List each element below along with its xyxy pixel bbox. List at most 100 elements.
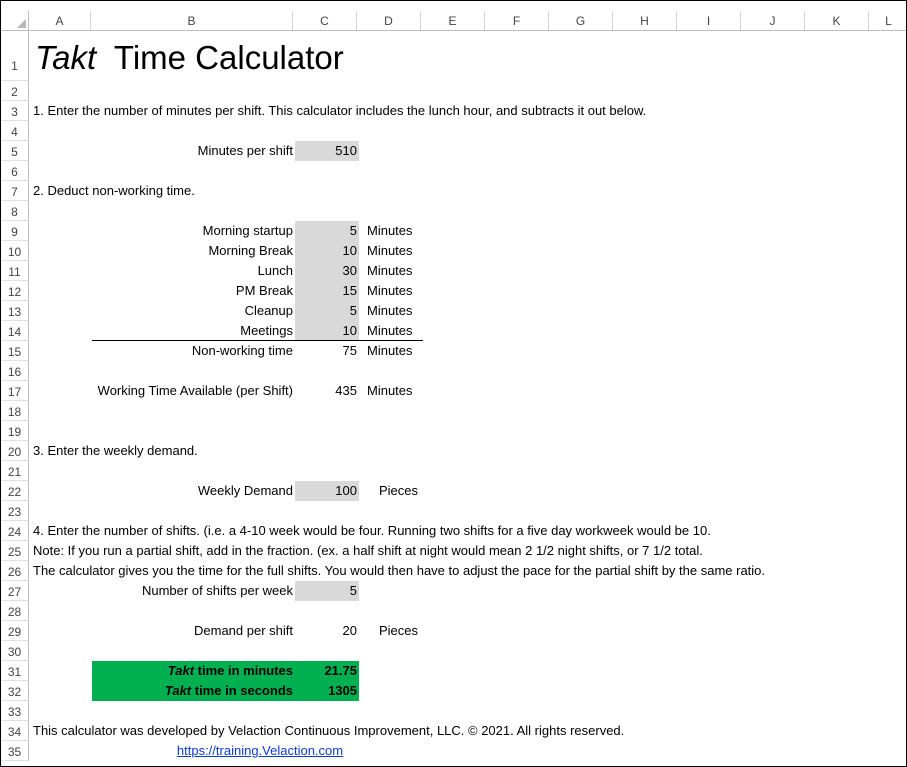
training-link-cell[interactable]: https://training.Velaction.com bbox=[93, 741, 427, 761]
shifts-per-week-label[interactable]: Number of shifts per week bbox=[93, 581, 295, 601]
row-header-10[interactable]: 10 bbox=[1, 241, 29, 261]
select-all-corner[interactable] bbox=[1, 11, 29, 31]
partial-shift-note[interactable]: Note: If you run a partial shift, add in… bbox=[31, 541, 705, 561]
deduction-unit[interactable]: Minutes bbox=[365, 321, 415, 341]
deduction-unit[interactable]: Minutes bbox=[365, 241, 415, 261]
row-header-21[interactable]: 21 bbox=[1, 461, 29, 481]
row-header-15[interactable]: 15 bbox=[1, 341, 29, 361]
takt-minutes-italic: Takt bbox=[167, 663, 195, 678]
deduction-unit[interactable]: Minutes bbox=[365, 281, 415, 301]
deduction-input[interactable]: 15 bbox=[295, 281, 359, 301]
row-header-6[interactable]: 6 bbox=[1, 161, 29, 181]
row-header-26[interactable]: 26 bbox=[1, 561, 29, 581]
column-header-H[interactable]: H bbox=[613, 11, 677, 31]
footer-text[interactable]: This calculator was developed by Velacti… bbox=[31, 721, 626, 741]
row-header-9[interactable]: 9 bbox=[1, 221, 29, 241]
row-header-33[interactable]: 33 bbox=[1, 701, 29, 721]
deduction-input[interactable]: 5 bbox=[295, 221, 359, 241]
weekly-demand-unit[interactable]: Pieces bbox=[377, 481, 420, 501]
deduction-label[interactable]: Morning Break bbox=[93, 241, 295, 261]
row-header-3[interactable]: 3 bbox=[1, 101, 29, 121]
takt-minutes-text: time in minutes bbox=[194, 663, 293, 678]
demand-per-shift-unit[interactable]: Pieces bbox=[377, 621, 420, 641]
deduction-label[interactable]: Cleanup bbox=[93, 301, 295, 321]
minutes-per-shift-label[interactable]: Minutes per shift bbox=[93, 141, 295, 161]
weekly-demand-input[interactable]: 100 bbox=[295, 481, 359, 501]
weekly-demand-label[interactable]: Weekly Demand bbox=[93, 481, 295, 501]
row-header-35[interactable]: 35 bbox=[1, 741, 29, 761]
non-working-label[interactable]: Non-working time bbox=[93, 341, 295, 361]
training-link[interactable]: https://training.Velaction.com bbox=[177, 743, 343, 758]
takt-seconds-text: time in seconds bbox=[191, 683, 293, 698]
calculator-note[interactable]: The calculator gives you the time for th… bbox=[31, 561, 767, 581]
column-header-D[interactable]: D bbox=[357, 11, 421, 31]
row-header-31[interactable]: 31 bbox=[1, 661, 29, 681]
working-available-label[interactable]: Working Time Available (per Shift) bbox=[31, 381, 295, 401]
row-header-12[interactable]: 12 bbox=[1, 281, 29, 301]
row-header-14[interactable]: 14 bbox=[1, 321, 29, 341]
column-header-E[interactable]: E bbox=[421, 11, 485, 31]
row-header-16[interactable]: 16 bbox=[1, 361, 29, 381]
shifts-per-week-input[interactable]: 5 bbox=[295, 581, 359, 601]
deduction-label[interactable]: Lunch bbox=[93, 261, 295, 281]
row-header-1[interactable]: 1 bbox=[1, 31, 29, 81]
step1-text[interactable]: 1. Enter the number of minutes per shift… bbox=[31, 101, 648, 121]
step3-text[interactable]: 3. Enter the weekly demand. bbox=[31, 441, 200, 461]
takt-seconds-italic: Takt bbox=[164, 683, 192, 698]
row-header-25[interactable]: 25 bbox=[1, 541, 29, 561]
row-header-34[interactable]: 34 bbox=[1, 721, 29, 741]
column-header-B[interactable]: B bbox=[91, 11, 293, 31]
column-header-I[interactable]: I bbox=[677, 11, 741, 31]
title-takt: Takt bbox=[35, 39, 97, 76]
row-header-28[interactable]: 28 bbox=[1, 601, 29, 621]
step2-text[interactable]: 2. Deduct non-working time. bbox=[31, 181, 197, 201]
deduction-label[interactable]: PM Break bbox=[93, 281, 295, 301]
column-header-L[interactable]: L bbox=[869, 11, 906, 31]
takt-minutes-label[interactable]: Takt time in minutes bbox=[92, 661, 295, 681]
non-working-value[interactable]: 75 bbox=[295, 341, 359, 361]
deduction-unit[interactable]: Minutes bbox=[365, 221, 415, 241]
row-header-19[interactable]: 19 bbox=[1, 421, 29, 441]
step4-text[interactable]: 4. Enter the number of shifts. (i.e. a 4… bbox=[31, 521, 713, 541]
column-header-C[interactable]: C bbox=[293, 11, 357, 31]
column-header-J[interactable]: J bbox=[741, 11, 805, 31]
row-header-11[interactable]: 11 bbox=[1, 261, 29, 281]
deduction-unit[interactable]: Minutes bbox=[365, 261, 415, 281]
row-header-30[interactable]: 30 bbox=[1, 641, 29, 661]
row-header-24[interactable]: 24 bbox=[1, 521, 29, 541]
takt-seconds-value[interactable]: 1305 bbox=[295, 681, 359, 701]
column-header-A[interactable]: A bbox=[29, 11, 91, 31]
takt-seconds-label[interactable]: Takt time in seconds bbox=[92, 681, 295, 701]
deduction-input[interactable]: 10 bbox=[295, 321, 359, 341]
demand-per-shift-value[interactable]: 20 bbox=[295, 621, 359, 641]
row-header-22[interactable]: 22 bbox=[1, 481, 29, 501]
row-header-13[interactable]: 13 bbox=[1, 301, 29, 321]
minutes-per-shift-input[interactable]: 510 bbox=[295, 141, 359, 161]
row-header-20[interactable]: 20 bbox=[1, 441, 29, 461]
row-header-8[interactable]: 8 bbox=[1, 201, 29, 221]
column-header-G[interactable]: G bbox=[549, 11, 613, 31]
row-header-29[interactable]: 29 bbox=[1, 621, 29, 641]
row-header-27[interactable]: 27 bbox=[1, 581, 29, 601]
row-header-4[interactable]: 4 bbox=[1, 121, 29, 141]
deduction-input[interactable]: 5 bbox=[295, 301, 359, 321]
row-header-23[interactable]: 23 bbox=[1, 501, 29, 521]
deduction-input[interactable]: 30 bbox=[295, 261, 359, 281]
working-available-value[interactable]: 435 bbox=[295, 381, 359, 401]
row-header-5[interactable]: 5 bbox=[1, 141, 29, 161]
deduction-unit[interactable]: Minutes bbox=[365, 301, 415, 321]
row-header-7[interactable]: 7 bbox=[1, 181, 29, 201]
column-header-K[interactable]: K bbox=[805, 11, 869, 31]
deduction-input[interactable]: 10 bbox=[295, 241, 359, 261]
working-available-unit[interactable]: Minutes bbox=[365, 381, 415, 401]
column-header-F[interactable]: F bbox=[485, 11, 549, 31]
demand-per-shift-label[interactable]: Demand per shift bbox=[93, 621, 295, 641]
deduction-label[interactable]: Meetings bbox=[93, 321, 295, 341]
takt-minutes-value[interactable]: 21.75 bbox=[295, 661, 359, 681]
row-header-2[interactable]: 2 bbox=[1, 81, 29, 101]
non-working-unit[interactable]: Minutes bbox=[365, 341, 415, 361]
row-header-32[interactable]: 32 bbox=[1, 681, 29, 701]
row-header-18[interactable]: 18 bbox=[1, 401, 29, 421]
row-header-17[interactable]: 17 bbox=[1, 381, 29, 401]
deduction-label[interactable]: Morning startup bbox=[93, 221, 295, 241]
